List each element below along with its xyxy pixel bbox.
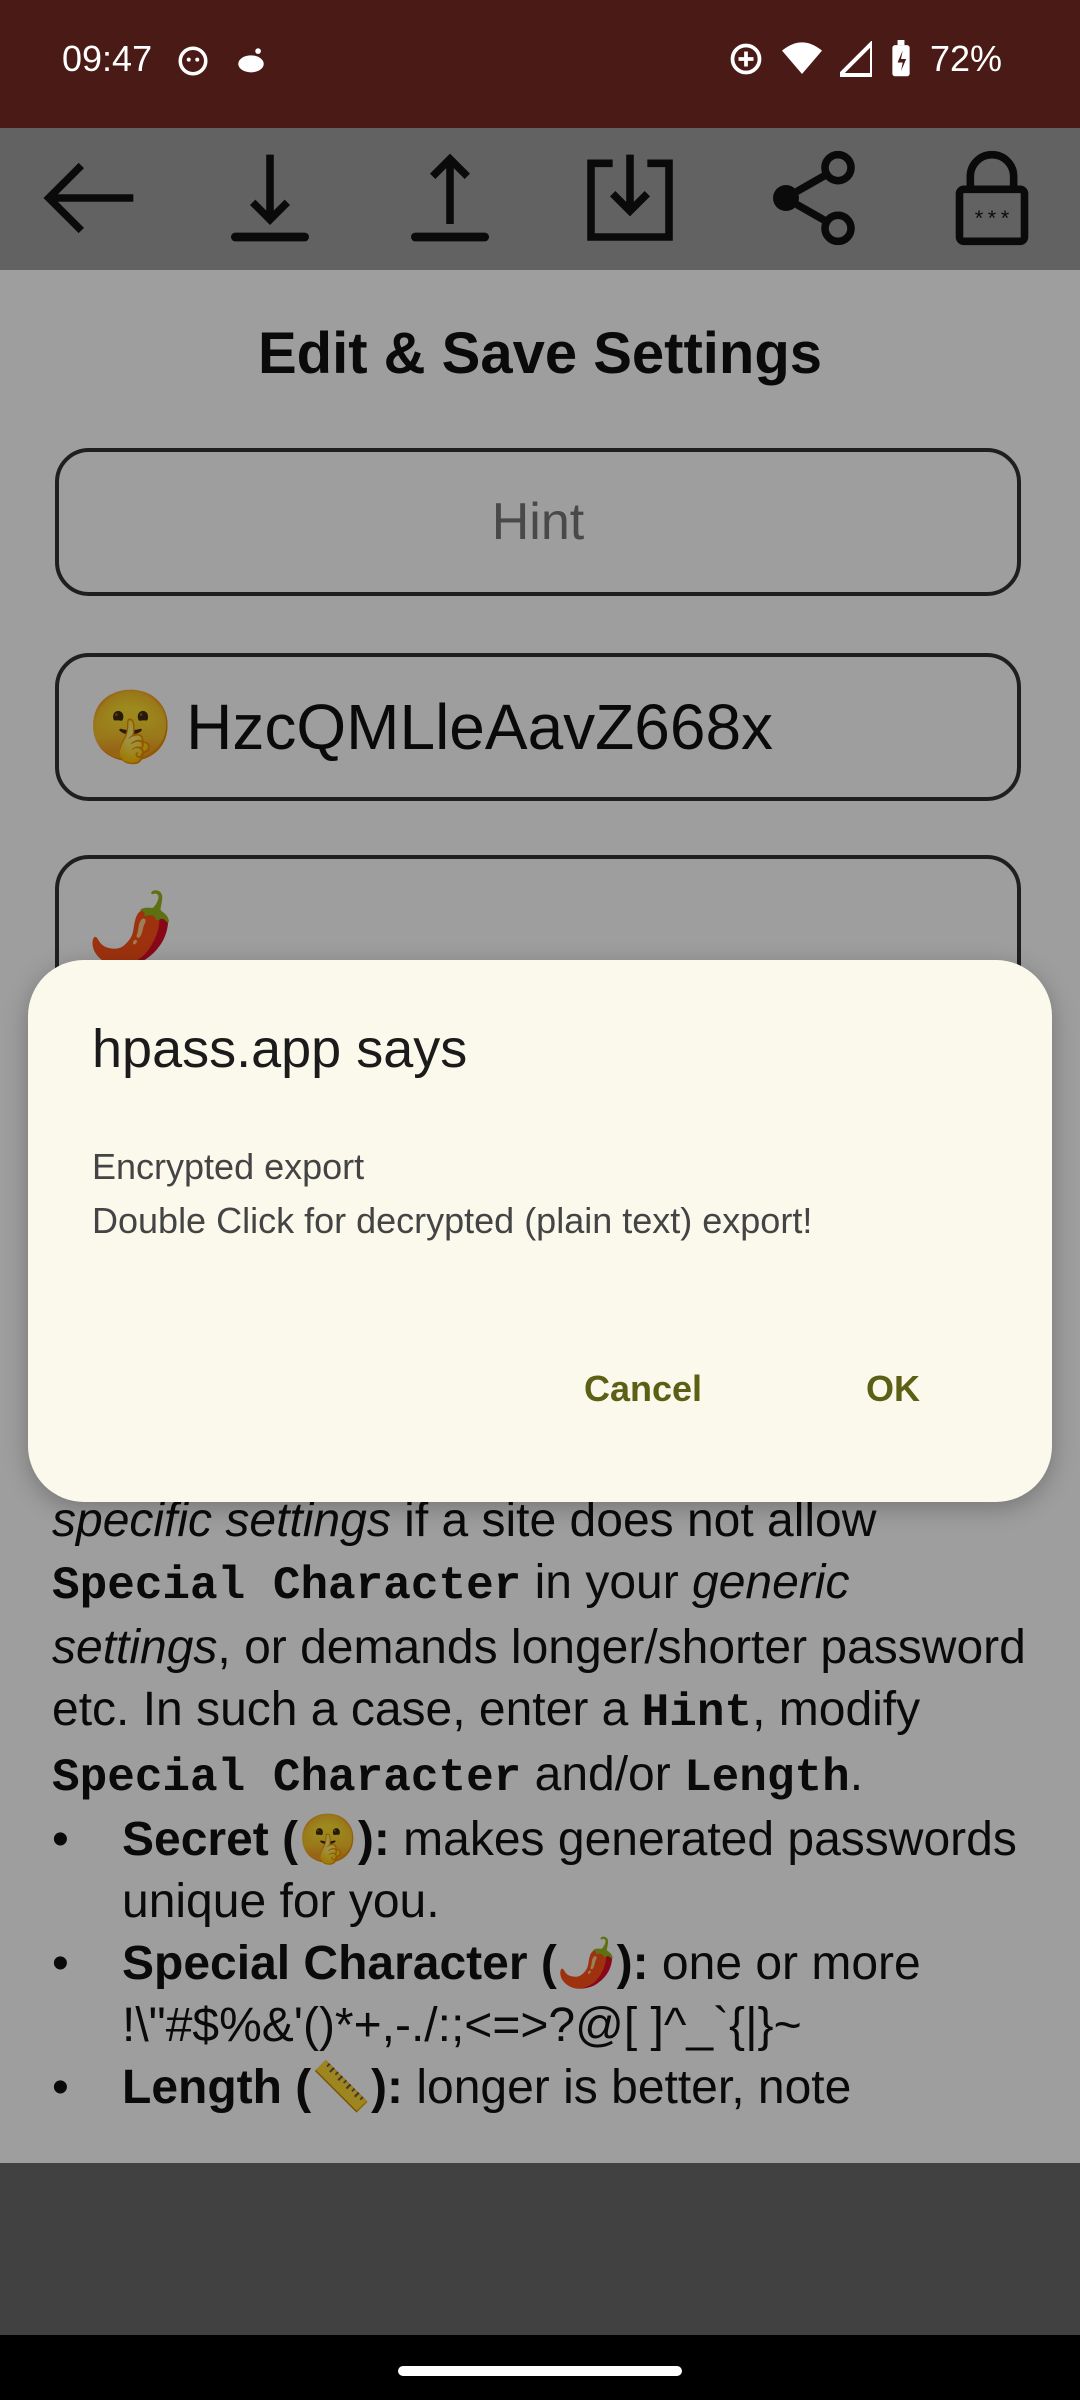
home-handle[interactable] [398,2366,682,2376]
dialog-message: Encrypted export Double Click for decryp… [92,1146,813,1241]
wifi-icon [781,42,822,74]
battery-icon [892,40,910,77]
face-icon [178,46,208,76]
status-time: 09:47 [62,38,153,79]
ok-button[interactable]: OK [866,1368,920,1410]
status-right: 72% [728,38,1002,80]
battery-percent: 72% [929,38,1002,79]
data-saver-icon [730,43,762,75]
cancel-button[interactable]: Cancel [584,1368,702,1410]
reddit-icon [238,48,264,73]
dialog-title: hpass.app says [92,1019,468,1079]
alert-dialog: hpass.app says Encrypted export Double C… [28,960,1052,1502]
signal-icon [839,41,872,77]
status-bar: 09:47 72% [0,0,1080,128]
